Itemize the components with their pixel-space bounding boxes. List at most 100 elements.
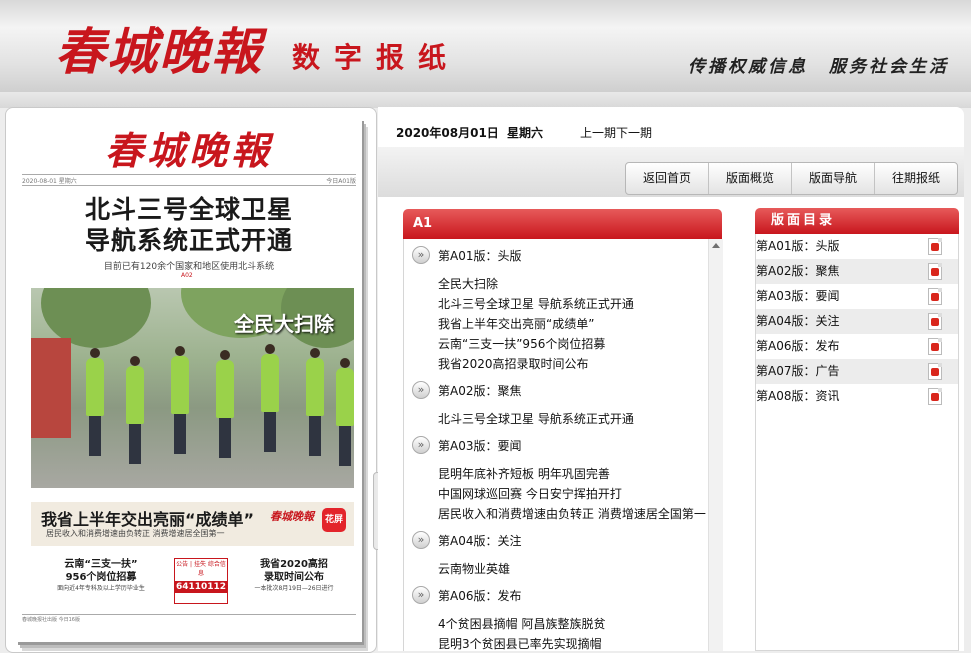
toc-item[interactable]: 第A08版：资讯 — [756, 384, 958, 409]
article-list-scrollbar[interactable] — [708, 239, 723, 651]
paper-secondary-sub: 居民收入和消费增速由负转正 消费增速居全国第一 — [46, 529, 225, 538]
article-link[interactable]: 我省2020高招录取时间公布 — [438, 355, 589, 372]
toc-item[interactable]: 第A06版：发布 — [756, 334, 958, 359]
paper-story-recruit-title1: 云南“三支一扶” — [64, 559, 138, 570]
double-chevron-right-icon: » — [412, 586, 430, 604]
paper-story-admission[interactable]: 我省2020高招 录取时间公布 一本批次8月19日—26日进行 — [234, 558, 354, 593]
toc-header: 版面目录 — [755, 208, 959, 234]
header-divider — [0, 92, 971, 108]
article-link[interactable]: 云南物业英雄 — [438, 560, 510, 577]
toc-item-label[interactable]: 第A06版：发布 — [756, 339, 839, 353]
paper-ad-phone: 64110112 — [175, 581, 227, 593]
nav-home[interactable]: 返回首页 — [626, 163, 708, 194]
paper-headline-ref: A02 — [181, 272, 193, 279]
article-link[interactable]: 云南“三支一扶”956个岗位招募 — [438, 335, 605, 352]
paper-dateline: 2020-08-01 星期六 今日A01版 — [22, 174, 356, 186]
pdf-icon[interactable] — [928, 338, 942, 355]
paper-headline-sub: 目前已有120余个国家和地区使用北斗系统 — [103, 262, 275, 272]
paper-headline-line2: 导航系统正式开通 — [84, 226, 293, 255]
section-title-label: 第A01版：头版 — [438, 248, 522, 263]
double-chevron-right-icon: » — [412, 381, 430, 399]
toc-item-label[interactable]: 第A08版：资讯 — [756, 389, 839, 403]
article-link[interactable]: 我省上半年交出亮丽“成绩单” — [438, 315, 594, 332]
section-title-label: 第A02版：聚焦 — [438, 383, 522, 398]
article-link[interactable]: 中国网球巡回赛 今日安宁挥拍开打 — [438, 485, 622, 502]
site-slogan: 传播权威信息 服务社会生活 — [688, 57, 949, 77]
double-chevron-right-icon: » — [412, 531, 430, 549]
page-preview-panel: 春城晚報 2020-08-01 星期六 今日A01版 北斗三号全球卫星 导航系统… — [5, 107, 377, 653]
paper-headline[interactable]: 北斗三号全球卫星 导航系统正式开通 — [16, 194, 362, 256]
toc-item[interactable]: 第A04版：关注 — [756, 309, 958, 334]
paper-story-admission-title1: 我省2020高招 — [260, 559, 328, 570]
newspaper-page-image[interactable]: 春城晚報 2020-08-01 星期六 今日A01版 北斗三号全球卫星 导航系统… — [16, 118, 362, 642]
paper-photo-caption: 全民大扫除 — [234, 312, 334, 336]
toc-item-label[interactable]: 第A07版：广告 — [756, 364, 839, 378]
scroll-up-arrow-icon[interactable] — [712, 243, 720, 248]
nav-overview[interactable]: 版面概览 — [707, 163, 791, 194]
main-content: 2020年08月01日 星期六 上一期下一期 返回首页 版面概览 版面导航 往期… — [378, 107, 964, 651]
paper-ad-label: 公告 | 挂失 综合信息 — [176, 561, 226, 577]
paper-headline-line1: 北斗三号全球卫星 — [84, 195, 293, 224]
article-link[interactable]: 北斗三号全球卫星 导航系统正式开通 — [438, 295, 634, 312]
paper-story-recruit[interactable]: 云南“三支一扶” 956个岗位招募 面向近4年专科及以上学历毕业生 — [36, 558, 166, 593]
pdf-icon[interactable] — [928, 388, 942, 405]
double-chevron-right-icon: » — [412, 436, 430, 454]
nav-bar: 返回首页 版面概览 版面导航 往期报纸 — [378, 147, 964, 197]
article-link[interactable]: 昆明年底补齐短板 明年巩固完善 — [438, 465, 610, 482]
section-header: A1 — [403, 209, 722, 239]
nav-page-navigation[interactable]: 版面导航 — [790, 163, 874, 194]
toc-item[interactable]: 第A03版：要闻 — [756, 284, 958, 309]
paper-footer: 春城晚报社出版 今日16版 — [22, 614, 356, 625]
paper-dateline-left: 2020-08-01 星期六 — [22, 177, 77, 185]
toc-item-label[interactable]: 第A02版：聚焦 — [756, 264, 839, 278]
issue-pager: 上一期下一期 — [580, 124, 652, 141]
toc-item-label[interactable]: 第A04版：关注 — [756, 314, 839, 328]
section-title-label: 第A03版：要闻 — [438, 438, 522, 453]
paper-story-recruit-title2: 956个岗位招募 — [65, 572, 137, 583]
article-link[interactable]: 北斗三号全球卫星 导航系统正式开通 — [438, 410, 634, 427]
paper-photo[interactable]: 全民大扫除 — [31, 288, 354, 488]
toc-item[interactable]: 第A01版：头版 — [756, 234, 958, 259]
paper-secondary-title: 我省上半年交出亮丽“成绩单” — [41, 510, 255, 529]
pdf-icon[interactable] — [928, 238, 942, 255]
issue-weekday: 星期六 — [507, 126, 544, 140]
paper-story-recruit-sub: 面向近4年专科及以上学历毕业生 — [57, 585, 145, 592]
pdf-icon[interactable] — [928, 288, 942, 305]
next-issue-link[interactable]: 下一期 — [616, 126, 652, 140]
article-list: » 第A01版：头版 全民大扫除 北斗三号全球卫星 导航系统正式开通 我省上半年… — [403, 239, 723, 651]
toc-item[interactable]: 第A07版：广告 — [756, 359, 958, 384]
pdf-icon[interactable] — [928, 313, 942, 330]
site-header: 春城晚報 数字报纸 传播权威信息 服务社会生活 — [0, 0, 971, 92]
paper-dateline-right: 今日A01版 — [326, 177, 356, 185]
paper-story-admission-sub: 一本批次8月19日—26日进行 — [254, 585, 334, 592]
section-title[interactable]: » 第A04版：关注 — [412, 530, 521, 550]
article-link[interactable]: 全民大扫除 — [438, 275, 498, 292]
toc-list: 第A01版：头版 第A02版：聚焦 第A03版：要闻 第A04版：关注 第A06… — [755, 234, 959, 651]
paper-secondary-story[interactable]: 我省上半年交出亮丽“成绩单” 居民收入和消费增速由负转正 消费增速居全国第一 春… — [31, 502, 354, 546]
toc-item-label[interactable]: 第A03版：要闻 — [756, 289, 839, 303]
prev-issue-link[interactable]: 上一期 — [580, 126, 616, 140]
nav-tabs: 返回首页 版面概览 版面导航 往期报纸 — [624, 162, 958, 195]
section-title[interactable]: » 第A06版：发布 — [412, 585, 521, 605]
pdf-icon[interactable] — [928, 263, 942, 280]
nav-archive[interactable]: 往期报纸 — [873, 163, 957, 194]
pdf-icon[interactable] — [928, 363, 942, 380]
article-link[interactable]: 居民收入和消费增速由负转正 消费增速居全国第一 — [438, 505, 706, 522]
section-title-label: 第A06版：发布 — [438, 588, 522, 603]
paper-ad-box: 公告 | 挂失 综合信息 64110112 — [174, 558, 228, 604]
issue-date: 2020年08月01日 星期六 — [396, 124, 547, 141]
toc-item-label[interactable]: 第A01版：头版 — [756, 239, 839, 253]
article-link[interactable]: 昆明3个贫困县已率先实现摘帽 — [438, 635, 602, 651]
article-link[interactable]: 4个贫困县摘帽 阿昌族整族脱贫 — [438, 615, 605, 632]
toc-item[interactable]: 第A02版：聚焦 — [756, 259, 958, 284]
section-title[interactable]: » 第A01版：头版 — [412, 245, 521, 265]
section-title[interactable]: » 第A02版：聚焦 — [412, 380, 521, 400]
section-title-label: 第A04版：关注 — [438, 533, 522, 548]
paper-story-admission-title2: 录取时间公布 — [264, 572, 324, 583]
site-logo[interactable]: 春城晚報 — [55, 12, 263, 84]
app-badge-icon: 花屏 — [322, 508, 346, 532]
issue-date-value: 2020年08月01日 — [396, 126, 499, 140]
paper-secondary-logo: 春城晚報 — [270, 510, 314, 523]
section-title[interactable]: » 第A03版：要闻 — [412, 435, 521, 455]
site-subtitle: 数字报纸 — [292, 41, 461, 74]
